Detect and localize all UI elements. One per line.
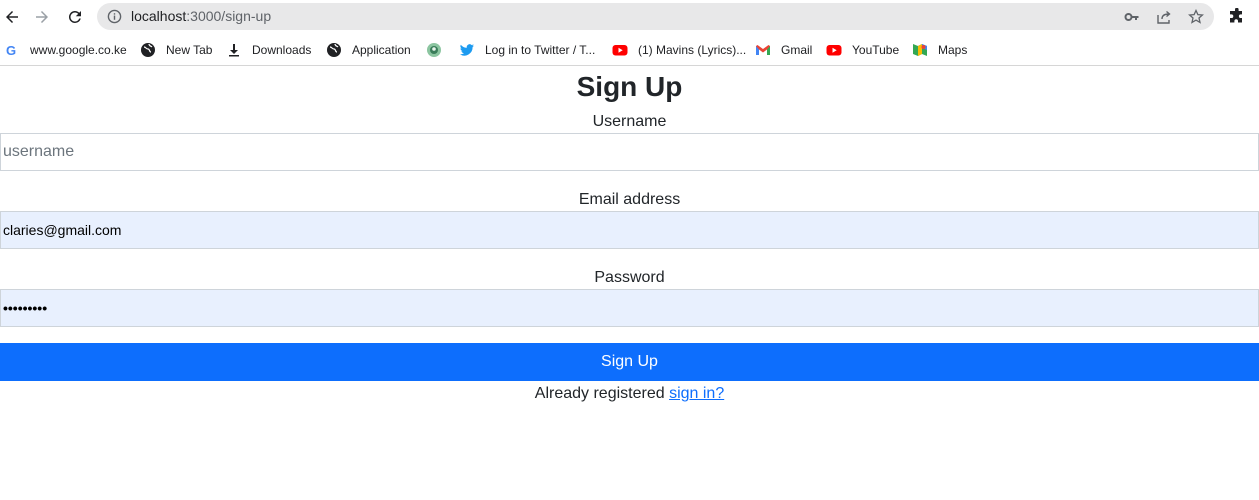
page-title: Sign Up bbox=[576, 71, 683, 102]
bookmark-label: Downloads bbox=[252, 43, 312, 57]
address-bar[interactable]: localhost:3000/sign-up bbox=[97, 3, 1214, 30]
sign-up-button[interactable]: Sign Up bbox=[0, 343, 1259, 381]
bookmark-app-logo[interactable] bbox=[426, 40, 452, 60]
username-input[interactable]: username bbox=[0, 133, 1259, 171]
bookmark-label: YouTube bbox=[852, 43, 900, 57]
youtube-icon bbox=[826, 42, 842, 58]
browser-toolbar: localhost:3000/sign-up bbox=[0, 0, 1259, 34]
bookmark-label: (1) Mavins (Lyrics)... bbox=[638, 43, 747, 57]
username-placeholder: username bbox=[3, 143, 75, 160]
gmail-icon bbox=[755, 42, 771, 58]
bookmark-label: Gmail bbox=[781, 43, 813, 57]
bookmark-new-tab[interactable]: New Tab bbox=[140, 40, 212, 60]
sign-up-page: Sign Up Username username Email address … bbox=[0, 67, 1259, 500]
star-icon[interactable] bbox=[1188, 9, 1204, 25]
bookmark-maps[interactable]: Maps bbox=[912, 40, 967, 60]
globe-icon bbox=[326, 42, 342, 58]
globe-icon bbox=[140, 42, 156, 58]
google-icon: G bbox=[4, 42, 20, 58]
password-input[interactable]: ••••••••• bbox=[0, 289, 1259, 327]
key-icon[interactable] bbox=[1124, 9, 1140, 25]
twitter-icon bbox=[459, 42, 475, 58]
app-logo-icon bbox=[426, 42, 442, 58]
bookmark-downloads[interactable]: Downloads bbox=[226, 40, 311, 60]
bookmark-label: Maps bbox=[938, 43, 968, 57]
bookmark-mavins[interactable]: (1) Mavins (Lyrics)... bbox=[612, 40, 746, 60]
bookmark-label: Application bbox=[352, 43, 411, 57]
sign-in-prompt: Already registered sign in? bbox=[0, 385, 1259, 403]
share-icon[interactable] bbox=[1156, 9, 1172, 25]
bookmark-label: www.google.co.ke bbox=[30, 43, 127, 57]
url-text: localhost:3000/sign-up bbox=[131, 8, 271, 24]
bookmark-gmail[interactable]: Gmail bbox=[755, 40, 812, 60]
bookmark-application[interactable]: Application bbox=[326, 40, 411, 60]
bookmark-twitter[interactable]: Log in to Twitter / T... bbox=[459, 40, 595, 60]
forward-icon[interactable] bbox=[30, 5, 54, 29]
info-icon[interactable] bbox=[107, 9, 122, 24]
extensions-icon[interactable] bbox=[1228, 8, 1246, 26]
bookmark-label: Log in to Twitter / T... bbox=[485, 43, 596, 57]
bookmark-youtube[interactable]: YouTube bbox=[826, 40, 899, 60]
password-value: ••••••••• bbox=[3, 300, 48, 316]
bookmark-google[interactable]: G www.google.co.ke bbox=[4, 40, 127, 60]
email-value: claries@gmail.com bbox=[3, 222, 122, 238]
sign-in-prompt-text: Already registered bbox=[534, 385, 665, 402]
youtube-icon bbox=[612, 42, 628, 58]
url-host: localhost bbox=[131, 8, 187, 24]
download-icon bbox=[226, 42, 242, 58]
username-label: Username bbox=[592, 113, 667, 130]
bookmark-label: New Tab bbox=[166, 43, 213, 57]
sign-in-link[interactable]: sign in? bbox=[669, 385, 724, 402]
bookmarks-bar: G www.google.co.ke New Tab Downloads App… bbox=[0, 35, 1259, 66]
maps-icon bbox=[912, 42, 928, 58]
email-input[interactable]: claries@gmail.com bbox=[0, 211, 1259, 249]
password-label: Password bbox=[594, 269, 665, 286]
reload-icon[interactable] bbox=[63, 5, 87, 29]
url-path: :3000/sign-up bbox=[186, 8, 272, 24]
back-icon[interactable] bbox=[0, 5, 24, 29]
email-label: Email address bbox=[578, 191, 681, 208]
svg-text:G: G bbox=[6, 43, 16, 58]
